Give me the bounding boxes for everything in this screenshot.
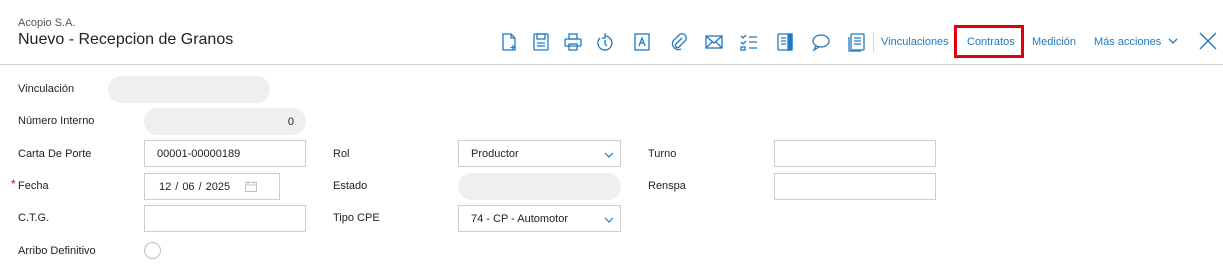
mas-acciones-menu[interactable]: Más acciones — [1094, 36, 1178, 48]
document-list-icon[interactable] — [846, 31, 868, 53]
fecha-day[interactable]: 12 — [159, 181, 171, 193]
fecha-label: * Fecha — [11, 177, 49, 192]
mas-acciones-label: Más acciones — [1094, 36, 1162, 48]
renspa-label: Renspa — [648, 180, 686, 192]
rol-select[interactable]: Productor — [458, 140, 621, 167]
print-icon[interactable] — [562, 31, 584, 53]
required-asterisk: * — [11, 177, 16, 191]
contratos-highlight-box — [954, 25, 1024, 58]
toolbar: Vinculaciones Contratos Medición Más acc… — [0, 25, 1223, 58]
chevron-down-icon — [604, 217, 614, 223]
chevron-down-icon — [1168, 38, 1178, 44]
turno-label: Turno — [648, 148, 677, 160]
checklist-icon[interactable] — [738, 31, 760, 53]
arribo-definitivo-label: Arribo Definitivo — [18, 245, 96, 257]
turno-input[interactable] — [774, 140, 936, 167]
notes-icon[interactable] — [774, 31, 796, 53]
vinculacion-label: Vinculación — [18, 83, 75, 95]
carta-de-porte-input[interactable]: 00001-00000189 — [144, 140, 306, 167]
attachment-icon[interactable] — [667, 31, 689, 53]
tipo-cpe-value: 74 - CP - Automotor — [471, 212, 569, 225]
ctg-label: C.T.G. — [18, 212, 50, 224]
rol-value: Productor — [471, 147, 519, 160]
fecha-date-input[interactable]: 12 / 06 / 2025 — [144, 173, 280, 200]
date-separator: / — [198, 180, 202, 193]
estado-field — [458, 173, 621, 200]
mail-icon[interactable] — [703, 31, 725, 53]
carta-de-porte-value: 00001-00000189 — [157, 147, 241, 160]
renspa-input[interactable] — [774, 173, 936, 200]
tipo-cpe-label: Tipo CPE — [333, 212, 380, 224]
comment-icon[interactable] — [810, 31, 832, 53]
fecha-month[interactable]: 06 — [182, 181, 194, 193]
toolbar-separator — [873, 32, 874, 52]
vinculacion-field — [108, 76, 270, 103]
chevron-down-icon — [604, 152, 614, 158]
numero-interno-field: 0 — [144, 108, 306, 135]
carta-de-porte-label: Carta De Porte — [18, 148, 92, 160]
numero-interno-label: Número Interno — [18, 115, 95, 127]
date-separator: / — [175, 180, 179, 193]
medicion-link[interactable]: Medición — [1032, 36, 1076, 48]
arribo-definitivo-radio[interactable] — [144, 242, 161, 259]
calendar-icon[interactable] — [245, 181, 257, 192]
close-icon[interactable] — [1197, 30, 1219, 52]
fecha-label-text: Fecha — [18, 180, 49, 192]
save-icon[interactable] — [530, 31, 552, 53]
ctg-input[interactable] — [144, 205, 306, 232]
estado-label: Estado — [333, 180, 368, 192]
text-format-icon[interactable] — [631, 31, 653, 53]
new-document-icon[interactable] — [498, 31, 520, 53]
tipo-cpe-select[interactable]: 74 - CP - Automotor — [458, 205, 621, 232]
rol-label: Rol — [333, 148, 350, 160]
numero-interno-value: 0 — [287, 115, 294, 128]
vinculaciones-link[interactable]: Vinculaciones — [881, 36, 949, 48]
history-icon[interactable] — [594, 31, 616, 53]
fecha-year[interactable]: 2025 — [206, 181, 230, 193]
header-divider — [0, 64, 1223, 65]
